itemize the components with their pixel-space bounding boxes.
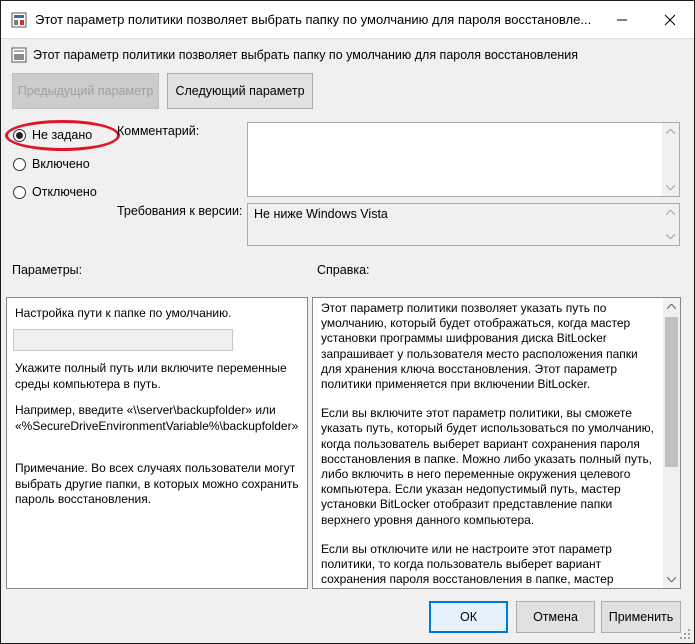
scroll-down-icon[interactable] <box>662 179 679 196</box>
next-setting-button[interactable]: Следующий параметр <box>167 73 313 109</box>
scroll-up-icon[interactable] <box>662 123 679 140</box>
cancel-button[interactable]: Отмена <box>516 601 595 633</box>
policy-setting-icon <box>11 47 27 63</box>
previous-setting-button[interactable]: Предыдущий параметр <box>12 73 159 109</box>
title-bar[interactable]: Этот параметр политики позволяет выбрать… <box>1 1 694 39</box>
help-pane: Этот параметр политики позволяет указать… <box>312 297 681 589</box>
help-paragraph: Этот параметр политики позволяет указать… <box>321 301 638 392</box>
radio-label-enabled: Включено <box>32 157 90 171</box>
ok-button[interactable]: ОК <box>429 601 508 633</box>
help-scrollbar[interactable] <box>663 298 680 588</box>
radio-indicator[interactable] <box>13 157 26 171</box>
radio-not-configured[interactable]: Не задано <box>13 127 92 143</box>
comment-scrollbar[interactable] <box>662 123 679 196</box>
apply-button[interactable]: Применить <box>601 601 681 633</box>
options-pane: Настройка пути к папке по умолчанию. Ука… <box>6 297 308 589</box>
minimize-icon[interactable] <box>599 1 645 39</box>
version-scrollbar[interactable] <box>662 204 679 245</box>
options-note: Примечание. Во всех случаях пользователи… <box>15 461 299 506</box>
radio-label-disabled: Отключено <box>32 185 97 199</box>
scroll-down-icon[interactable] <box>662 228 679 245</box>
resize-grip-icon[interactable] <box>679 628 691 640</box>
scroll-down-icon[interactable] <box>663 571 680 588</box>
help-paragraph: Если вы отключите или не настроите этот … <box>321 541 614 587</box>
help-scroll-thumb[interactable] <box>665 317 678 467</box>
window-title: Этот параметр политики позволяет выбрать… <box>35 12 592 27</box>
policy-title: Этот параметр политики позволяет выбрать… <box>33 48 579 62</box>
version-field: Не ниже Windows Vista <box>247 203 680 246</box>
default-folder-path-input[interactable] <box>13 329 233 351</box>
radio-label-not-configured: Не задано <box>32 128 93 142</box>
radio-disabled[interactable]: Отключено <box>13 184 97 200</box>
options-label: Параметры: <box>12 263 83 277</box>
policy-dialog-window: Этот параметр политики позволяет выбрать… <box>0 0 695 644</box>
version-label: Требования к версии: <box>117 204 243 218</box>
options-path-hint: Укажите полный путь или включите перемен… <box>15 361 287 391</box>
policy-window-icon <box>11 12 27 28</box>
comment-textarea[interactable] <box>247 122 680 197</box>
help-label: Справка: <box>317 263 370 277</box>
close-icon[interactable] <box>647 1 693 39</box>
scroll-up-icon[interactable] <box>663 298 680 315</box>
help-text: Этот параметр политики позволяет указать… <box>321 301 661 588</box>
options-instruction: Настройка пути к папке по умолчанию. <box>15 306 232 320</box>
version-value: Не ниже Windows Vista <box>254 207 388 221</box>
scroll-up-icon[interactable] <box>662 204 679 221</box>
radio-enabled[interactable]: Включено <box>13 156 90 172</box>
comment-label: Комментарий: <box>117 124 200 138</box>
help-paragraph: Если вы включите этот параметр политики,… <box>321 406 654 527</box>
options-example: Например, введите «\\server\backupfolder… <box>15 403 299 433</box>
radio-indicator[interactable] <box>13 128 26 142</box>
radio-indicator[interactable] <box>13 185 26 199</box>
